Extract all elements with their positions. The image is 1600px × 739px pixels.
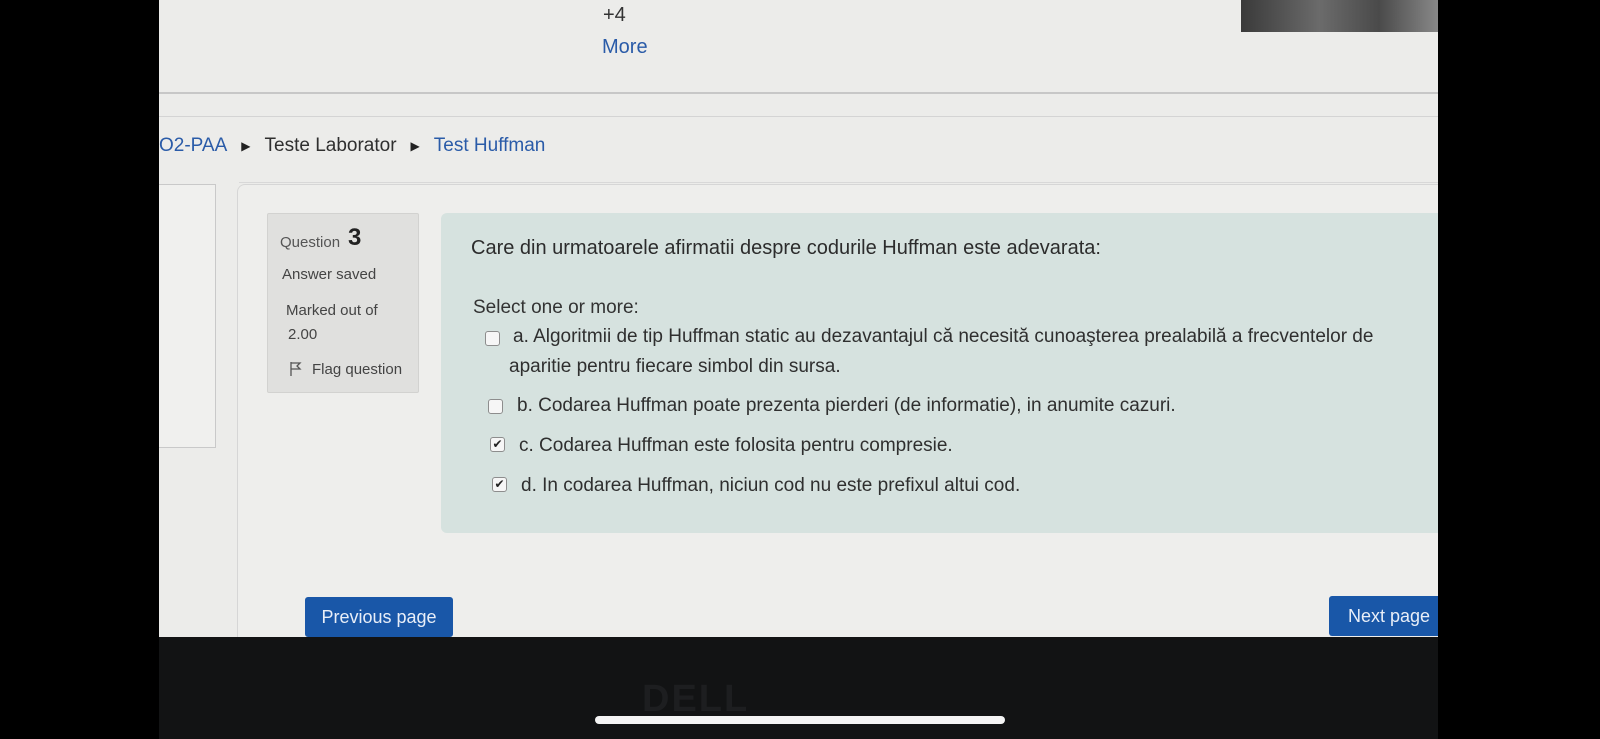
answer-state: Answer saved xyxy=(282,266,377,283)
option-b-text[interactable]: b. Codarea Huffman poate prezenta pierde… xyxy=(517,395,1176,417)
question-text: Care din urmatoarele afirmatii despre co… xyxy=(471,237,1101,259)
side-block xyxy=(159,184,216,448)
question-label: Question xyxy=(280,234,341,251)
marked-out-of-value: 2.00 xyxy=(288,326,318,343)
divider xyxy=(239,182,1438,183)
flag-icon[interactable] xyxy=(290,362,302,376)
breadcrumb: O2-PAA ▶ Teste Laborator ▶ Test Huffman xyxy=(159,135,545,157)
divider xyxy=(159,92,1438,94)
previous-page-button[interactable]: Previous page xyxy=(305,597,453,637)
option-d-checkbox[interactable]: ✔ xyxy=(492,477,507,492)
option-c-text[interactable]: c. Codarea Huffman este folosita pentru … xyxy=(519,435,953,457)
marked-out-of-label: Marked out of xyxy=(286,302,378,319)
answer-prompt: Select one or more: xyxy=(473,297,639,318)
breadcrumb-section[interactable]: Teste Laborator xyxy=(265,135,397,156)
dell-logo: DELL xyxy=(642,678,750,720)
more-link[interactable]: More xyxy=(602,36,648,59)
breadcrumb-course[interactable]: O2-PAA xyxy=(159,135,227,156)
flag-question-link[interactable]: Flag question xyxy=(312,361,402,378)
breadcrumb-separator-icon: ▶ xyxy=(241,139,251,153)
option-a-text-cont[interactable]: aparitie pentru fiecare simbol din sursa… xyxy=(509,356,841,378)
browser-screen: +4 More O2-PAA ▶ Teste Laborator ▶ Test Huff… xyxy=(159,0,1438,637)
home-indicator[interactable] xyxy=(595,716,1005,724)
option-c-checkbox[interactable]: ✔ xyxy=(490,437,505,452)
question-number: 3 xyxy=(348,224,362,251)
divider xyxy=(159,116,1438,117)
option-a-checkbox[interactable] xyxy=(485,331,500,346)
question-box: Care din urmatoarele afirmatii despre co… xyxy=(441,213,1438,533)
breadcrumb-quiz[interactable]: Test Huffman xyxy=(434,135,546,156)
option-b-checkbox[interactable] xyxy=(488,399,503,414)
blurred-image xyxy=(1241,0,1438,32)
breadcrumb-separator-icon: ▶ xyxy=(410,139,420,153)
more-count: +4 xyxy=(603,4,626,26)
next-page-button[interactable]: Next page xyxy=(1329,596,1438,636)
option-a-text[interactable]: a. Algoritmii de tip Huffman static au d… xyxy=(513,326,1373,348)
question-info-box: Question 3 Answer saved Marked out of 2.… xyxy=(267,213,419,393)
option-d-text[interactable]: d. In codarea Huffman, niciun cod nu est… xyxy=(521,475,1020,497)
